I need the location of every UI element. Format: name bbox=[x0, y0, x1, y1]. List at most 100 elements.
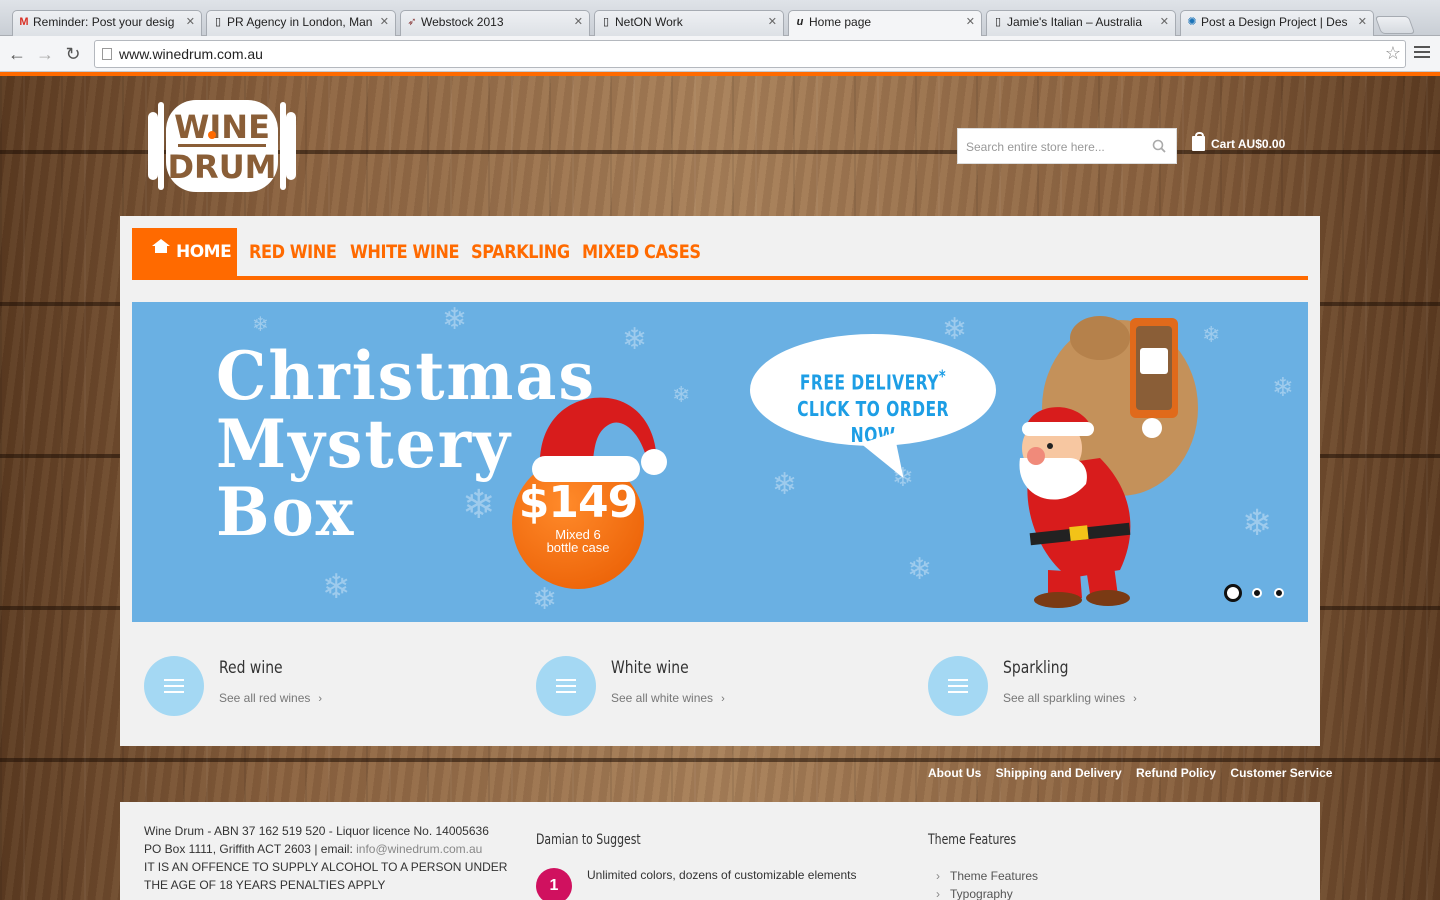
browser-tab[interactable]: ▯ NetON Work ✕ bbox=[594, 10, 784, 36]
nav-label: HOME bbox=[176, 242, 232, 262]
email-link[interactable]: info@winedrum.com.au bbox=[356, 842, 482, 856]
footer-link-customer-service[interactable]: Customer Service bbox=[1230, 766, 1332, 780]
feature-link[interactable]: Theme Features bbox=[936, 867, 1038, 885]
close-icon[interactable]: ✕ bbox=[768, 15, 777, 28]
santa-illustration bbox=[1019, 316, 1198, 608]
browser-tab[interactable]: ▯ PR Agency in London, Man ✕ bbox=[206, 10, 396, 36]
close-icon[interactable]: ✕ bbox=[1358, 15, 1367, 28]
price-subtitle: bottle case bbox=[546, 540, 610, 555]
bird-icon: ➶ bbox=[407, 16, 417, 28]
speech-bubble[interactable]: FREE DELIVERY* CLICK TO ORDER NOW bbox=[750, 334, 996, 448]
reload-icon[interactable]: ↻ bbox=[62, 43, 84, 65]
home-icon bbox=[152, 239, 170, 257]
tab-title: Webstock 2013 bbox=[421, 15, 504, 29]
close-icon[interactable]: ✕ bbox=[574, 15, 583, 28]
browser-tab[interactable]: ▯ Jamie's Italian – Australia ✕ bbox=[986, 10, 1176, 36]
nav-item-sparkling[interactable]: SPARKLING bbox=[471, 228, 570, 276]
snowflake-icon: ❄ bbox=[672, 382, 691, 407]
u-icon: u bbox=[796, 16, 804, 28]
speech-bubble-text: FREE DELIVERY* CLICK TO ORDER NOW bbox=[777, 364, 969, 448]
category-link-text: See all sparkling wines bbox=[1003, 691, 1126, 705]
snowflake-icon: ❄ bbox=[772, 468, 798, 501]
chevron-right-icon: › bbox=[721, 693, 725, 705]
category-link[interactable]: See all red wines › bbox=[219, 691, 322, 705]
snowflake-icon: ❄ bbox=[942, 313, 968, 346]
category-link[interactable]: See all white wines › bbox=[611, 691, 725, 705]
snowflake-icon: ❄ bbox=[1242, 502, 1273, 543]
feature-link[interactable]: Typography bbox=[936, 885, 1038, 900]
tab-title: Jamie's Italian – Australia bbox=[1007, 15, 1143, 29]
nav-item-white-wine[interactable]: WHITE WINE bbox=[350, 228, 460, 276]
snowflake-icon: ❄ bbox=[907, 553, 933, 586]
company-abn: Wine Drum - ABN 37 162 519 520 - Liquor … bbox=[144, 824, 489, 838]
close-icon[interactable]: ✕ bbox=[966, 15, 975, 28]
category-title[interactable]: Sparkling bbox=[1003, 658, 1068, 678]
logo-text-drum: DRUM bbox=[167, 148, 276, 186]
tab-title: Reminder: Post your desig bbox=[33, 15, 175, 29]
list-menu-icon bbox=[144, 656, 204, 716]
category-link[interactable]: See all sparkling wines › bbox=[1003, 691, 1137, 705]
free-delivery-text: FREE DELIVERY bbox=[799, 370, 939, 395]
page-icon: ▯ bbox=[602, 16, 610, 28]
forward-arrow-icon[interactable]: → bbox=[34, 43, 56, 65]
footer-link-shipping[interactable]: Shipping and Delivery bbox=[996, 766, 1122, 780]
address-bar[interactable]: www.winedrum.com.au ☆ bbox=[94, 40, 1406, 68]
snowflake-icon: ❄ bbox=[252, 314, 269, 336]
list-menu-icon bbox=[928, 656, 988, 716]
browser-menu-icon[interactable] bbox=[1414, 46, 1430, 60]
category-white-wine[interactable]: White wine See all white wines › bbox=[536, 656, 896, 716]
snowflake-icon: ❄ bbox=[442, 303, 468, 336]
main-navigation: HOME RED WINE WHITE WINE SPARKLING MIXED… bbox=[132, 228, 1308, 280]
close-icon[interactable]: ✕ bbox=[380, 15, 389, 28]
suggest-heading: Damian to Suggest bbox=[536, 832, 641, 848]
cart-link[interactable]: Cart AU$0.00 bbox=[1192, 132, 1285, 151]
legal-warning: THE AGE OF 18 YEARS PENALTIES APPLY bbox=[144, 878, 386, 892]
suggest-item-text: Unlimited colors, dozens of customizable… bbox=[587, 868, 857, 882]
new-tab-button[interactable] bbox=[1374, 16, 1416, 34]
main-content-panel: HOME RED WINE WHITE WINE SPARKLING MIXED… bbox=[120, 216, 1320, 746]
category-title[interactable]: Red wine bbox=[219, 658, 283, 678]
nav-item-home[interactable]: HOME bbox=[132, 228, 237, 276]
gmail-icon: M bbox=[19, 16, 29, 28]
page-icon: ▯ bbox=[994, 16, 1002, 28]
close-icon[interactable]: ✕ bbox=[186, 15, 195, 28]
page-background: WINE DRUM Search entire store here... Ca… bbox=[0, 76, 1440, 900]
browser-tab-active[interactable]: u Home page ✕ bbox=[788, 10, 982, 37]
site-logo[interactable]: WINE DRUM bbox=[148, 98, 296, 194]
footer-panel: Wine Drum - ABN 37 162 519 520 - Liquor … bbox=[120, 802, 1320, 900]
footer-link-refund[interactable]: Refund Policy bbox=[1136, 766, 1216, 780]
gear-icon: ✺ bbox=[1187, 16, 1197, 28]
search-input[interactable]: Search entire store here... bbox=[957, 128, 1177, 164]
tab-title: Post a Design Project | Des bbox=[1201, 15, 1348, 29]
browser-tab[interactable]: M Reminder: Post your desig ✕ bbox=[12, 10, 202, 36]
company-info: Wine Drum - ABN 37 162 519 520 - Liquor … bbox=[144, 822, 524, 894]
category-link-text: See all white wines bbox=[611, 691, 714, 705]
bookmark-star-icon[interactable]: ☆ bbox=[1385, 43, 1401, 64]
promo-banner-slide[interactable]: ❄ ❄ ❄ ❄ ❄ ❄ ❄ ❄ ❄ ❄ ❄ ❄ ❄ ❄ ❄ Christmas … bbox=[132, 302, 1308, 622]
features-list: Theme Features Typography bbox=[936, 867, 1038, 900]
url-text: www.winedrum.com.au bbox=[119, 46, 263, 62]
footer-link-about[interactable]: About Us bbox=[928, 766, 981, 780]
slider-dot[interactable] bbox=[1224, 584, 1242, 602]
legal-warning: IT IS AN OFFENCE TO SUPPLY ALCOHOL TO A … bbox=[144, 860, 508, 874]
shopping-bag-icon bbox=[1192, 132, 1205, 151]
nav-item-red-wine[interactable]: RED WINE bbox=[249, 228, 337, 276]
browser-tab[interactable]: ➶ Webstock 2013 ✕ bbox=[400, 10, 590, 36]
browser-tab[interactable]: ✺ Post a Design Project | Des ✕ bbox=[1180, 10, 1374, 36]
close-icon[interactable]: ✕ bbox=[1160, 15, 1169, 28]
back-arrow-icon[interactable]: ← bbox=[6, 43, 28, 65]
category-sparkling[interactable]: Sparkling See all sparkling wines › bbox=[928, 656, 1288, 716]
snowflake-icon: ❄ bbox=[322, 568, 351, 606]
snowflake-icon: ❄ bbox=[532, 583, 558, 616]
search-icon[interactable] bbox=[1152, 139, 1166, 153]
nav-item-mixed-cases[interactable]: MIXED CASES bbox=[582, 228, 701, 276]
browser-toolbar: ← → ↻ www.winedrum.com.au ☆ bbox=[0, 36, 1440, 72]
slider-dot[interactable] bbox=[1252, 588, 1262, 598]
tab-title: NetON Work bbox=[615, 15, 683, 29]
category-red-wine[interactable]: Red wine See all red wines › bbox=[144, 656, 504, 716]
category-link-text: See all red wines bbox=[219, 691, 311, 705]
category-title[interactable]: White wine bbox=[611, 658, 689, 678]
slider-dot[interactable] bbox=[1274, 588, 1284, 598]
snowflake-icon: ❄ bbox=[1272, 372, 1294, 402]
asterisk: * bbox=[938, 367, 947, 386]
